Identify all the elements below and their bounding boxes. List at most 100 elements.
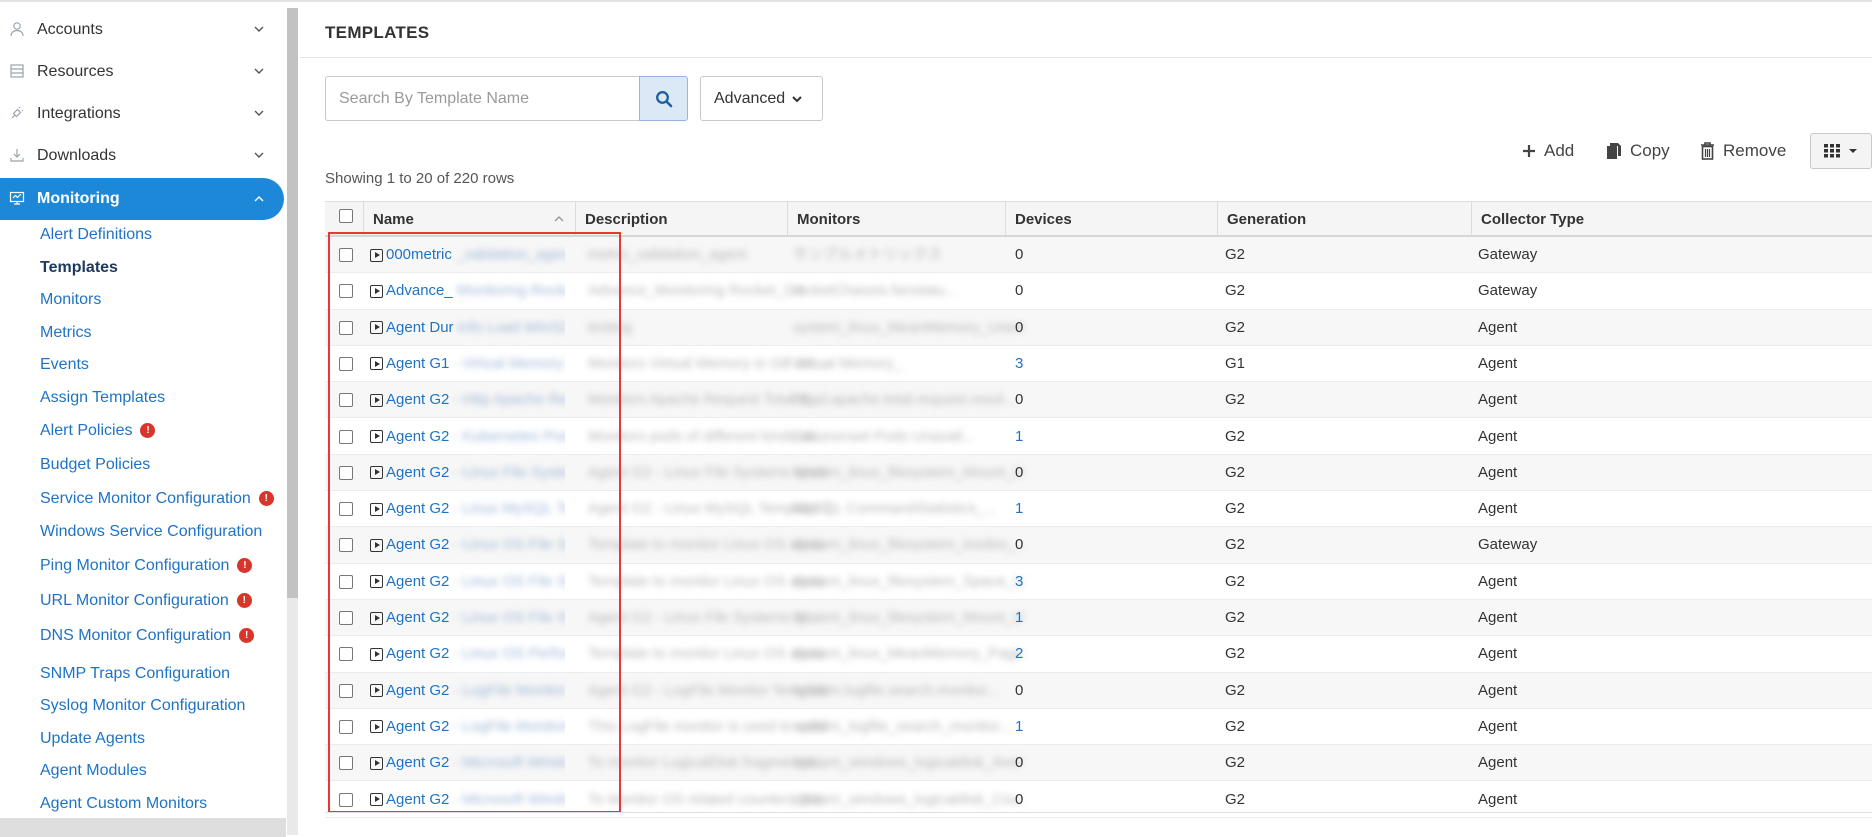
monitors-cell: rocketChassis.fanstatu... xyxy=(793,282,958,300)
generation-cell: G2 xyxy=(1225,717,1246,735)
sub-item-assign-templates[interactable]: Assign Templates xyxy=(40,389,165,407)
devices-cell[interactable]: 1 xyxy=(1015,709,1023,745)
sub-item-budget-policies[interactable]: Budget Policies xyxy=(40,456,150,474)
generation-cell: G1 xyxy=(1225,354,1246,372)
sidebar-footer xyxy=(0,818,286,837)
search-button[interactable] xyxy=(639,76,688,121)
download-icon xyxy=(10,149,24,162)
sub-item-alert-policies[interactable]: Alert Policies! xyxy=(40,422,156,440)
add-button[interactable]: Add xyxy=(1522,140,1574,162)
sub-item-windows-service-configuration[interactable]: Windows Service Configuration xyxy=(40,523,262,541)
devices-cell: 0 xyxy=(1015,463,1024,481)
divider xyxy=(300,57,1872,58)
collector-type-cell: Gateway xyxy=(1478,536,1538,554)
nav-resources[interactable]: Resources xyxy=(0,52,284,92)
copy-icon xyxy=(1607,143,1621,159)
nav-label: Resources xyxy=(37,63,114,80)
chevron-up-icon xyxy=(254,196,264,202)
sub-item-events[interactable]: Events xyxy=(40,356,89,374)
generation-cell: G2 xyxy=(1225,463,1246,481)
collector-type-cell: Agent xyxy=(1478,754,1518,772)
chevron-down-icon xyxy=(254,110,264,116)
sub-item-url-monitor-configuration[interactable]: URL Monitor Configuration! xyxy=(40,592,252,610)
description-cell: Monitors Virtual Memory in GB on ... xyxy=(588,354,828,372)
highlight-box xyxy=(328,232,621,813)
alert-badge: ! xyxy=(237,558,253,573)
devices-cell[interactable]: 1 xyxy=(1015,419,1023,455)
sub-item-dns-monitor-configuration[interactable]: DNS Monitor Configuration! xyxy=(40,627,255,645)
select-all-checkbox[interactable] xyxy=(339,209,353,223)
alert-badge: ! xyxy=(258,491,274,506)
column-header-description[interactable]: Description xyxy=(575,202,787,235)
generation-cell: G2 xyxy=(1225,427,1246,445)
sub-item-snmp-traps-configuration[interactable]: SNMP Traps Configuration xyxy=(40,665,230,683)
description-cell: Monitors pods of different kinds of... xyxy=(588,427,826,445)
alert-badge: ! xyxy=(236,593,252,608)
chevron-down-icon xyxy=(254,152,264,158)
generation-cell: G2 xyxy=(1225,681,1246,699)
devices-cell: 0 xyxy=(1015,536,1024,554)
column-header-collector-type[interactable]: Collector Type xyxy=(1471,202,1872,235)
sub-item-metrics[interactable]: Metrics xyxy=(40,324,92,342)
sub-item-monitors[interactable]: Monitors xyxy=(40,291,101,309)
sub-item-syslog-monitor-configuration[interactable]: Syslog Monitor Configuration xyxy=(40,697,245,715)
collector-type-cell: Agent xyxy=(1478,354,1518,372)
sub-item-agent-modules[interactable]: Agent Modules xyxy=(40,762,147,780)
devices-cell: 0 xyxy=(1015,246,1024,263)
nav-label: Integrations xyxy=(37,105,121,122)
monitors-cell: Daemonset Pods Unavail... xyxy=(793,427,975,445)
column-header-name[interactable]: Name xyxy=(363,202,575,235)
collector-type-cell: Agent xyxy=(1478,609,1518,626)
remove-button[interactable]: Remove xyxy=(1700,140,1786,162)
devices-cell: 0 xyxy=(1015,391,1024,409)
copy-button[interactable]: Copy xyxy=(1606,140,1670,162)
nav-accounts[interactable]: Accounts xyxy=(0,10,284,50)
alert-badge: ! xyxy=(239,628,255,643)
collector-type-cell: Agent xyxy=(1478,318,1518,336)
chevron-down-icon xyxy=(254,68,264,74)
devices-cell[interactable]: 2 xyxy=(1015,636,1023,672)
nav-label: Monitoring xyxy=(37,190,120,207)
generation-cell: G2 xyxy=(1225,500,1246,518)
advanced-dropdown[interactable]: Advanced xyxy=(700,76,823,121)
collector-type-cell: Agent xyxy=(1478,500,1518,518)
monitors-cell: system_windows_logicaldisk_Aver... xyxy=(793,754,1023,772)
monitors-cell: system_linux_MeanMemory_PageFi... xyxy=(793,645,1023,663)
sidebar: Accounts Resources Integrations Download… xyxy=(0,2,286,837)
monitors-cell: system_linux_filesystem_Mount_U... xyxy=(793,463,1023,481)
devices-cell[interactable]: 3 xyxy=(1015,346,1023,382)
sub-item-agent-custom-monitors[interactable]: Agent Custom Monitors xyxy=(40,795,207,813)
plus-icon xyxy=(1523,145,1535,157)
sidebar-scrollbar-track[interactable] xyxy=(287,598,298,835)
nav-label: Downloads xyxy=(37,147,117,164)
column-header-generation[interactable]: Generation xyxy=(1217,202,1471,235)
sidebar-scrollbar-thumb[interactable] xyxy=(287,8,298,598)
column-toggle-button[interactable] xyxy=(1810,133,1872,169)
nav-integrations[interactable]: Integrations xyxy=(0,94,284,134)
alert-badge: ! xyxy=(140,423,156,438)
monitors-cell: system_logfile_search_monitor... xyxy=(793,717,1012,735)
nav-downloads[interactable]: Downloads xyxy=(0,136,284,176)
devices-cell[interactable]: 3 xyxy=(1015,564,1023,600)
search-input[interactable] xyxy=(325,76,639,121)
caret-down-icon xyxy=(1849,149,1857,153)
sub-item-update-agents[interactable]: Update Agents xyxy=(40,730,145,748)
generation-cell: G2 xyxy=(1225,572,1246,590)
sub-item-ping-monitor-configuration[interactable]: Ping Monitor Configuration! xyxy=(40,557,253,575)
sub-item-templates[interactable]: Templates xyxy=(40,259,118,277)
page-title: TEMPLATES xyxy=(325,23,430,42)
nav-monitoring[interactable]: Monitoring xyxy=(0,178,284,220)
description-cell: Template to monitor Linux OS abou... xyxy=(588,645,828,663)
monitors-cell: system_linux_filesystem_Space_U... xyxy=(793,572,1023,590)
sub-item-service-monitor-configuration[interactable]: Service Monitor Configuration! xyxy=(40,490,274,508)
description-cell: metric_validation_agent xyxy=(588,246,747,263)
column-header-monitors[interactable]: Monitors xyxy=(787,202,1005,235)
collector-type-cell: Agent xyxy=(1478,717,1518,735)
devices-cell[interactable]: 1 xyxy=(1015,600,1023,636)
user-icon xyxy=(10,22,24,37)
list-icon xyxy=(10,64,24,78)
devices-cell[interactable]: 1 xyxy=(1015,491,1023,527)
sub-item-alert-definitions[interactable]: Alert Definitions xyxy=(40,226,152,244)
column-header-devices[interactable]: Devices xyxy=(1005,202,1217,235)
description-cell: testing xyxy=(588,318,633,336)
